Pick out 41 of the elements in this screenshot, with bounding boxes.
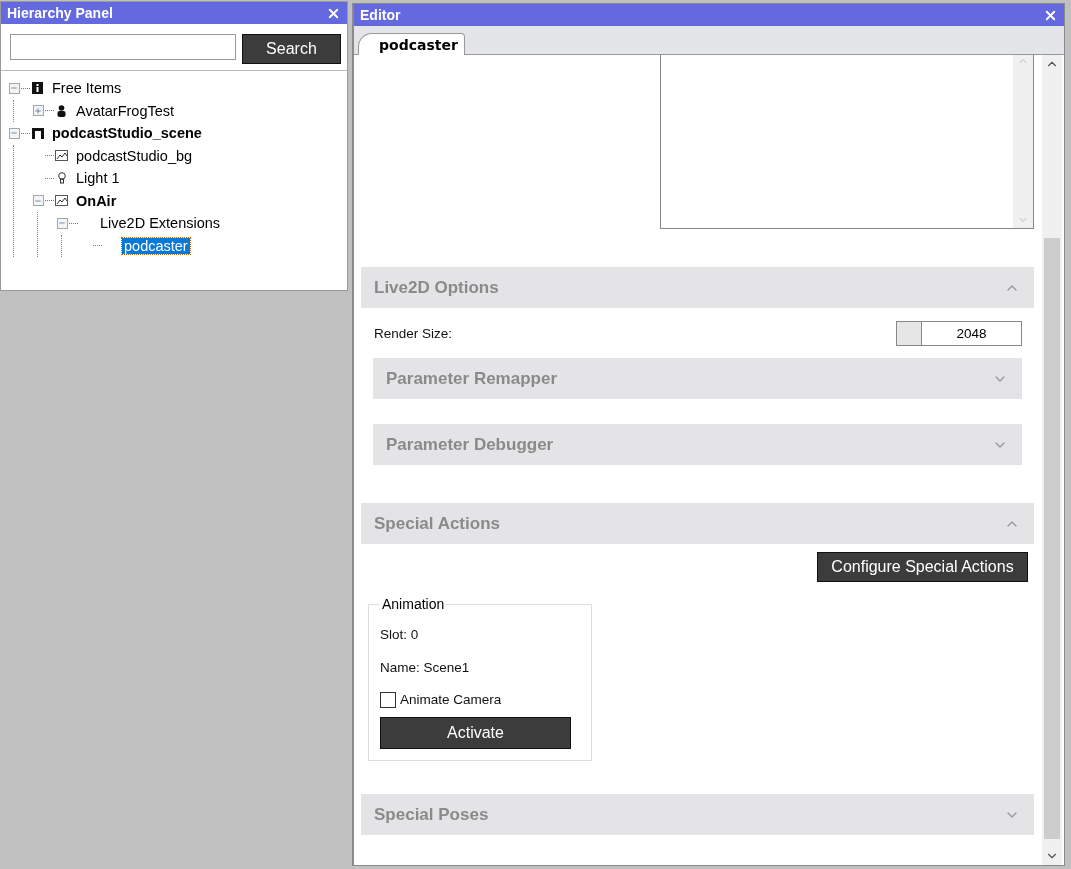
lightbulb-icon: [57, 172, 66, 185]
render-size-field[interactable]: 2048: [896, 321, 1022, 346]
person-icon: [57, 104, 66, 117]
tree-item[interactable]: podcaster: [122, 237, 190, 254]
collapse-toggle[interactable]: [8, 127, 20, 139]
tree-item[interactable]: OnAir: [74, 192, 119, 209]
tree-item[interactable]: Light 1: [74, 170, 122, 187]
description-field[interactable]: [660, 55, 1034, 229]
section-title: Live2D Options: [374, 277, 499, 298]
tree-item[interactable]: podcastStudio_bg: [74, 147, 195, 164]
activate-button[interactable]: Activate: [380, 717, 571, 749]
render-size-label: Render Size:: [374, 326, 453, 341]
group-title: Animation: [381, 596, 446, 612]
editor-title: Editor: [360, 7, 401, 23]
image-icon: [55, 195, 68, 207]
configure-button[interactable]: Configure Special Actions: [817, 552, 1028, 582]
slot-text: Slot: 0: [380, 627, 419, 642]
tree-item[interactable]: podcastStudio_scene: [50, 125, 204, 142]
search-button[interactable]: Search: [241, 34, 341, 64]
checkbox-label: Animate Camera: [400, 692, 502, 707]
editor-tab[interactable]: podcaster: [358, 33, 465, 55]
subsection-title: Parameter Remapper: [386, 368, 558, 389]
name-text: Name: Scene1: [380, 660, 470, 675]
search-field[interactable]: [10, 34, 236, 60]
info-icon: [32, 82, 43, 95]
plus-icon: [34, 106, 42, 115]
subsection-title: Parameter Debugger: [386, 434, 554, 455]
collapse-toggle[interactable]: [56, 217, 68, 229]
arch-icon: [31, 127, 44, 140]
section-title: Special Actions: [374, 513, 500, 534]
collapse-toggle[interactable]: [32, 195, 44, 207]
image-icon: [55, 150, 68, 162]
expand-toggle[interactable]: [32, 105, 44, 117]
scrollbar[interactable]: [1042, 55, 1062, 865]
checkbox[interactable]: [380, 691, 396, 708]
collapse-toggle[interactable]: [8, 82, 20, 94]
panel-title: Hierarchy Panel: [7, 5, 113, 21]
tree-item[interactable]: Free Items: [50, 80, 124, 97]
tree-item[interactable]: Live2D Extensions: [98, 215, 223, 232]
tree-item[interactable]: AvatarFrogTest: [74, 102, 177, 119]
section-title: Special Poses: [374, 804, 489, 825]
